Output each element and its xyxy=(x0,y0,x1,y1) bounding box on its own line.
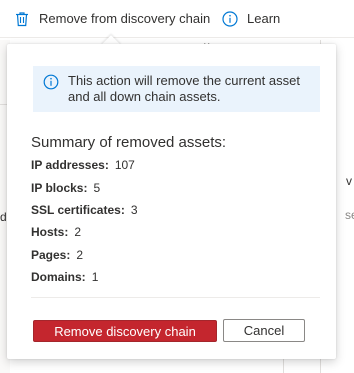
summary-list: IP addresses: 107 IP blocks: 5 SSL certi… xyxy=(31,154,138,288)
summary-item-pages: Pages: 2 xyxy=(31,244,138,266)
summary-item-label: Hosts: xyxy=(31,225,69,240)
callout-beak-cover xyxy=(98,44,126,52)
background-text-left: d xyxy=(0,210,7,224)
remove-discovery-chain-button[interactable]: Remove discovery chain xyxy=(33,320,217,342)
summary-item-ssl-certificates: SSL certificates: 3 xyxy=(31,199,138,221)
info-message-bar: This action will remove the current asse… xyxy=(33,66,320,112)
info-icon xyxy=(43,74,59,90)
summary-item-domains: Domains: 1 xyxy=(31,266,138,288)
summary-item-ip-addresses: IP addresses: 107 xyxy=(31,154,138,176)
remove-confirmation-callout: This action will remove the current asse… xyxy=(7,44,336,359)
background-text-right: v xyxy=(346,174,352,188)
summary-title: Summary of removed assets: xyxy=(31,134,227,151)
learn-label: Learn xyxy=(247,11,281,26)
info-icon xyxy=(222,10,238,27)
summary-item-label: SSL certificates: xyxy=(31,202,125,217)
summary-item-label: IP blocks: xyxy=(31,180,88,195)
learn-button[interactable]: Learn xyxy=(222,0,280,38)
summary-item-value: 1 xyxy=(91,270,99,285)
summary-item-hosts: Hosts: 2 xyxy=(31,221,138,243)
command-toolbar: Remove from discovery chain Learn xyxy=(0,0,354,38)
info-message-text: This action will remove the current asse… xyxy=(68,73,300,104)
summary-item-value: 2 xyxy=(74,225,82,240)
remove-from-discovery-chain-button[interactable]: Remove from discovery chain xyxy=(14,0,210,38)
cancel-button[interactable]: Cancel xyxy=(223,319,305,342)
summary-item-value: 3 xyxy=(130,202,138,217)
remove-from-discovery-chain-label: Remove from discovery chain xyxy=(39,11,211,26)
summary-item-ip-blocks: IP blocks: 5 xyxy=(31,176,138,198)
trash-icon xyxy=(14,11,30,27)
summary-item-value: 107 xyxy=(114,158,135,173)
summary-item-value: 5 xyxy=(93,180,101,195)
summary-item-label: IP addresses: xyxy=(31,158,109,173)
background-text-right-secondary: se xyxy=(345,208,354,222)
callout-divider xyxy=(31,297,320,298)
summary-item-label: Pages: xyxy=(31,247,71,262)
summary-item-value: 2 xyxy=(76,247,84,262)
summary-item-label: Domains: xyxy=(31,270,86,285)
